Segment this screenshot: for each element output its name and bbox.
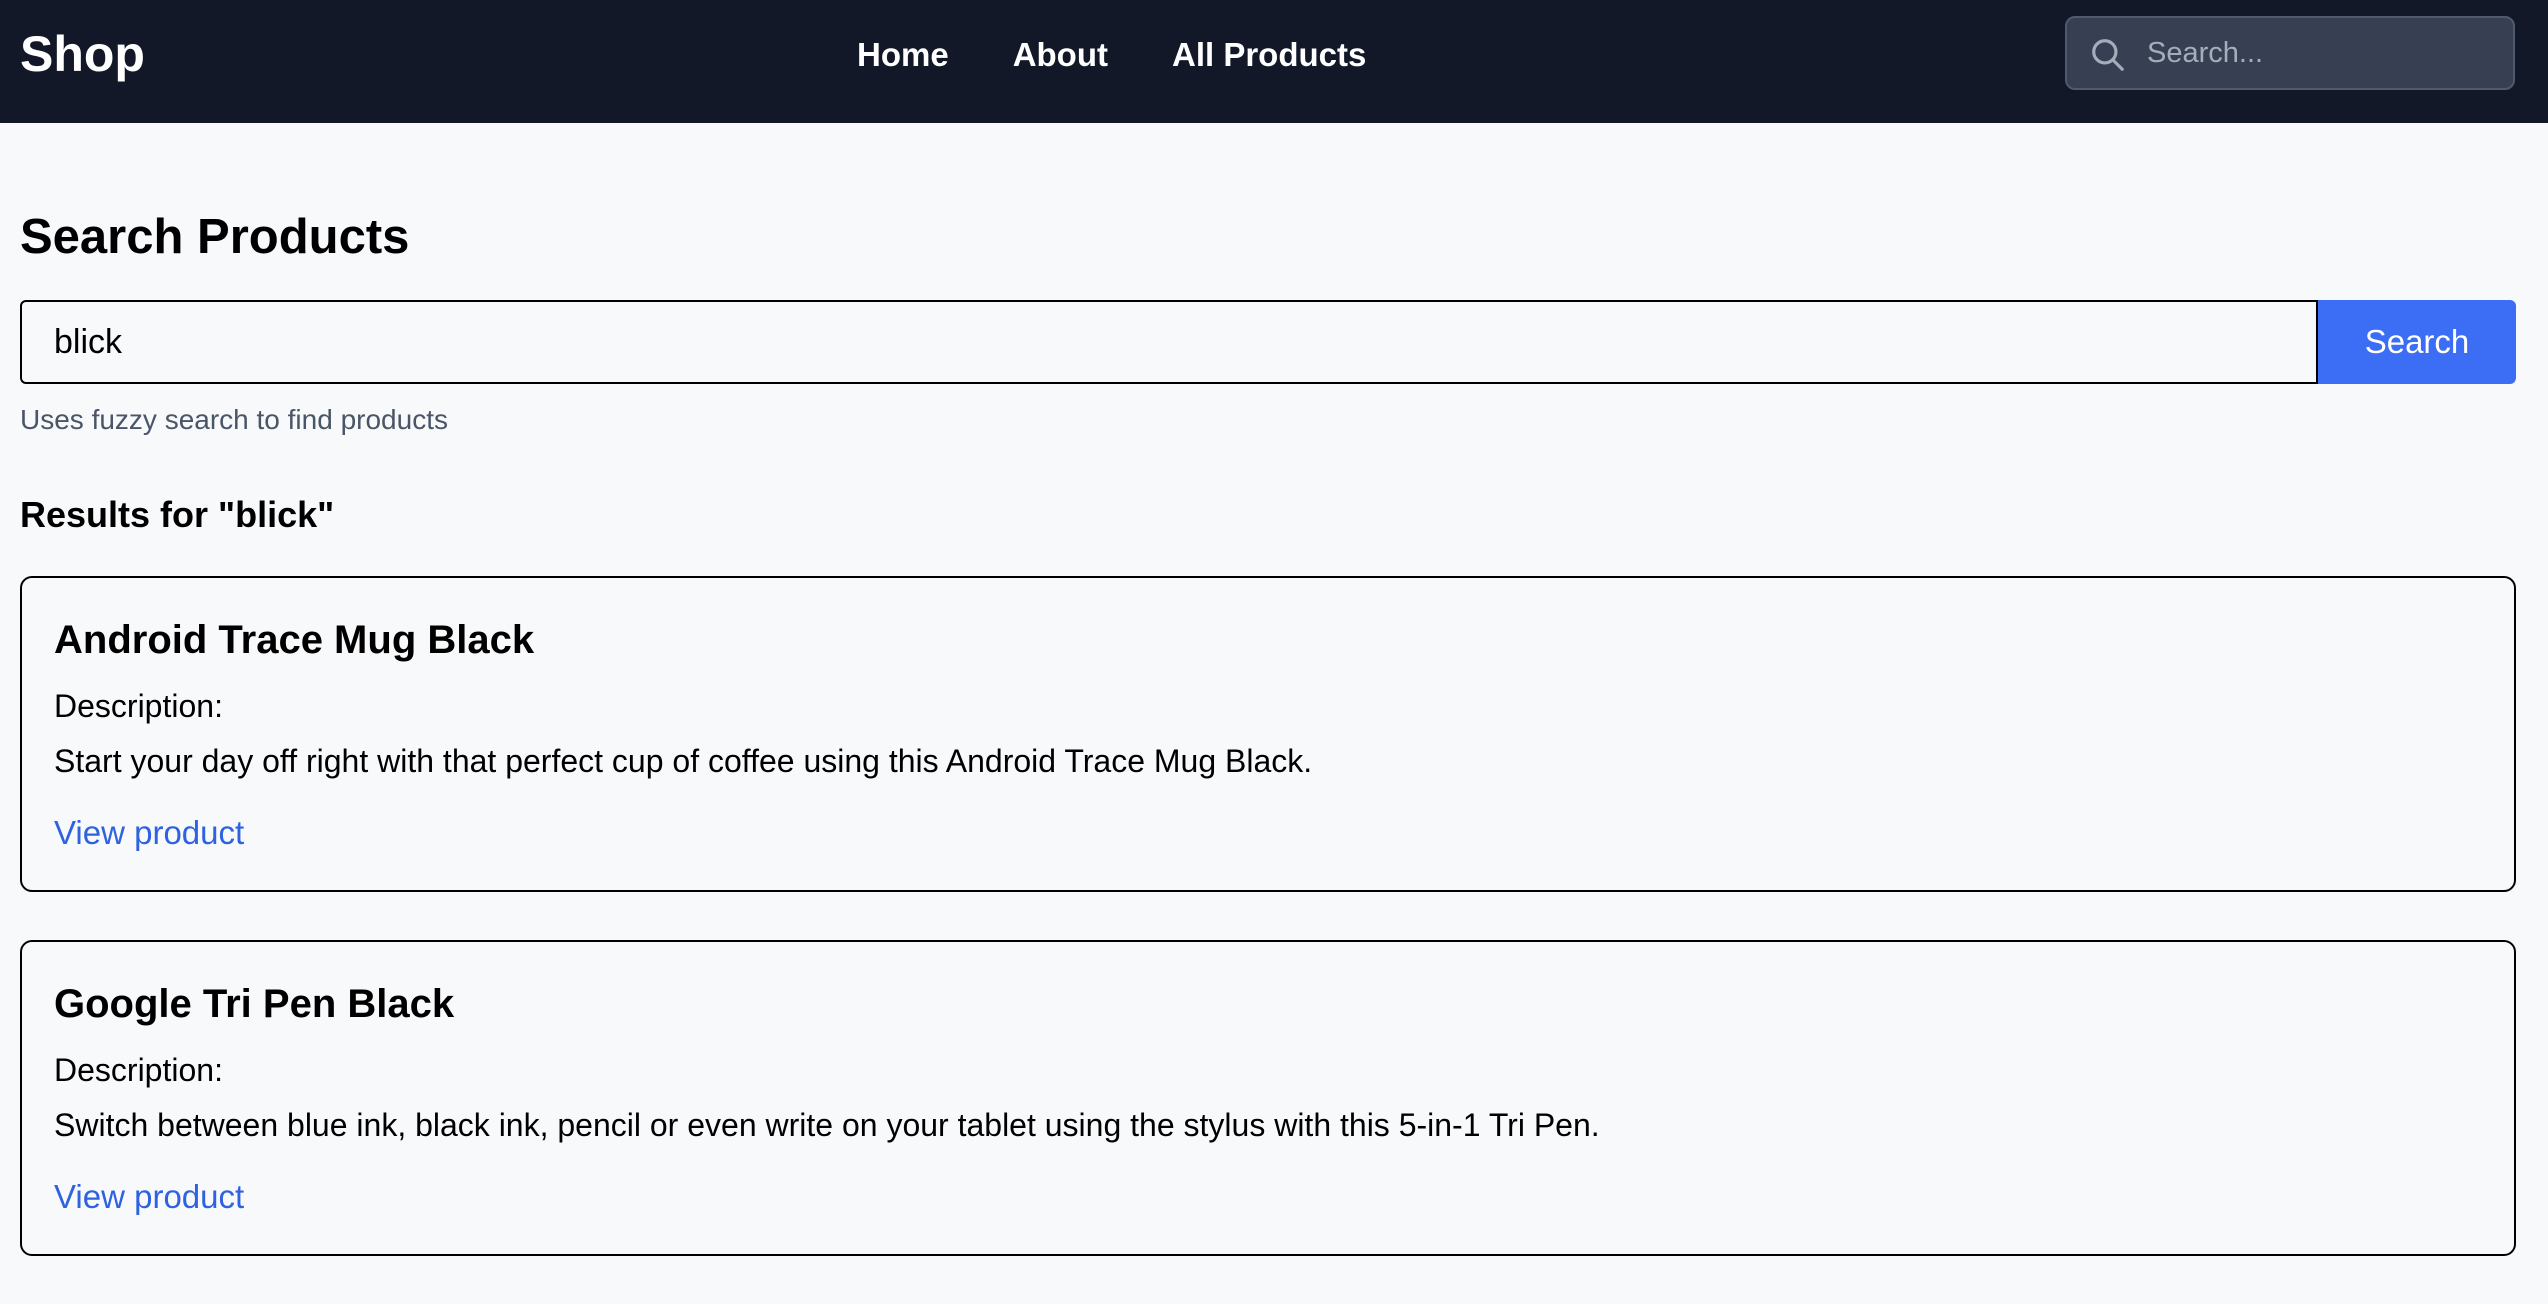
main-nav: Home About All Products	[857, 30, 1366, 80]
product-description: Switch between blue ink, black ink, penc…	[54, 1107, 1600, 1143]
search-hint: Uses fuzzy search to find products	[20, 404, 448, 435]
top-navbar: Shop Home About All Products	[0, 0, 2548, 123]
brand-logo[interactable]: Shop	[20, 24, 145, 84]
search-form: Search	[20, 300, 2516, 384]
header-search-box[interactable]	[2065, 16, 2515, 90]
product-description: Start your day off right with that perfe…	[54, 743, 1313, 779]
header-search-input[interactable]	[2147, 18, 2497, 88]
search-icon	[2092, 39, 2124, 71]
view-product-link[interactable]: View product	[54, 811, 244, 855]
results-list: Android Trace Mug Black Description: Sta…	[20, 576, 2516, 1304]
product-title: Android Trace Mug Black	[54, 618, 535, 662]
product-title: Google Tri Pen Black	[54, 982, 455, 1026]
search-input[interactable]	[20, 300, 2318, 384]
view-product-link[interactable]: View product	[54, 1175, 244, 1219]
description-label: Description:	[54, 1052, 223, 1088]
results-heading: Results for "blick"	[20, 494, 335, 535]
product-card: Google Tri Pen Black Description: Switch…	[20, 940, 2516, 1256]
nav-link-all-products[interactable]: All Products	[1172, 30, 1366, 80]
page-title: Search Products	[20, 210, 410, 264]
nav-link-about[interactable]: About	[1013, 30, 1108, 80]
description-label: Description:	[54, 688, 223, 724]
product-card: Android Trace Mug Black Description: Sta…	[20, 576, 2516, 892]
nav-link-home[interactable]: Home	[857, 30, 949, 80]
search-button[interactable]: Search	[2318, 300, 2516, 384]
